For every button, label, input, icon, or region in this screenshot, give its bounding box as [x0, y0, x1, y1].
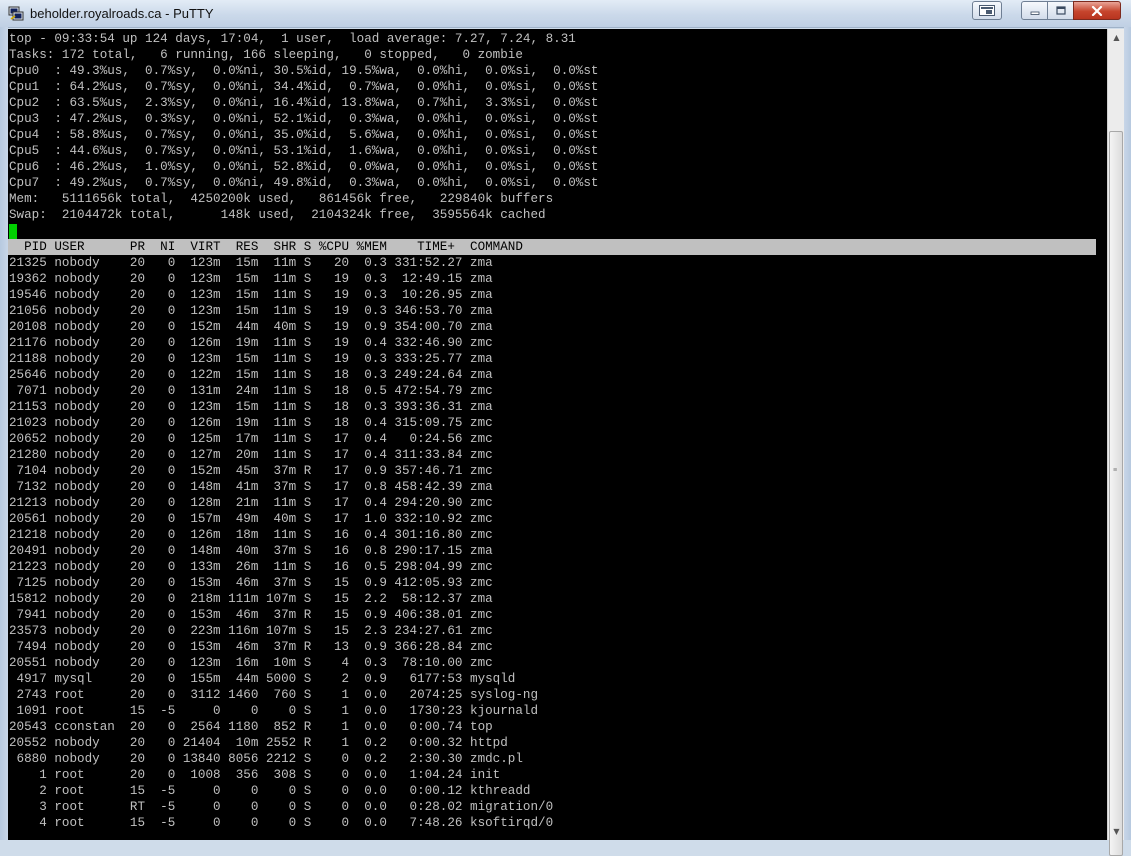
process-row: 21223 nobody 20 0 133m 26m 11m S 16 0.5 …: [9, 560, 493, 574]
process-row: 2743 root 20 0 3112 1460 760 S 1 0.0 207…: [9, 688, 539, 702]
terminal-cursor: [9, 224, 17, 239]
process-row: 20552 nobody 20 0 21404 10m 2552 R 1 0.2…: [9, 736, 508, 750]
title-bar[interactable]: beholder.royalroads.ca - PuTTY: [0, 0, 1131, 28]
process-row: 21218 nobody 20 0 126m 18m 11m S 16 0.4 …: [9, 528, 493, 542]
process-row: 21213 nobody 20 0 128m 21m 11m S 17 0.4 …: [9, 496, 493, 510]
scroll-down-arrow-icon[interactable]: ▼: [1108, 823, 1125, 840]
process-row: 25646 nobody 20 0 122m 15m 11m S 18 0.3 …: [9, 368, 493, 382]
process-row: 4917 mysql 20 0 155m 44m 5000 S 2 0.9 61…: [9, 672, 516, 686]
top-uptime-line: top - 09:33:54 up 124 days, 17:04, 1 use…: [9, 32, 576, 46]
cpu-line: Cpu3 : 47.2%us, 0.3%sy, 0.0%ni, 52.1%id,…: [9, 112, 599, 126]
swap-line: Swap: 2104472k total, 148k used, 2104324…: [9, 208, 546, 222]
process-row: 2 root 15 -5 0 0 0 S 0 0.0 0:00.12 kthre…: [9, 784, 531, 798]
scrollbar-grip-icon: ≡: [1113, 467, 1118, 474]
putty-icon[interactable]: [8, 5, 24, 21]
process-row: 20108 nobody 20 0 152m 44m 40m S 19 0.9 …: [9, 320, 493, 334]
process-row: 20652 nobody 20 0 125m 17m 11m S 17 0.4 …: [9, 432, 493, 446]
system-menu-button[interactable]: [972, 1, 1002, 20]
window-frame-right: [1124, 27, 1131, 840]
process-row: 19546 nobody 20 0 123m 15m 11m S 19 0.3 …: [9, 288, 493, 302]
process-row: 7941 nobody 20 0 153m 46m 37m R 15 0.9 4…: [9, 608, 493, 622]
process-row: 20561 nobody 20 0 157m 49m 40m S 17 1.0 …: [9, 512, 493, 526]
scrollbar-thumb[interactable]: ≡: [1109, 131, 1123, 856]
cpu-line: Cpu6 : 46.2%us, 1.0%sy, 0.0%ni, 52.8%id,…: [9, 160, 599, 174]
process-row: 3 root RT -5 0 0 0 S 0 0.0 0:28.02 migra…: [9, 800, 554, 814]
process-row: 15812 nobody 20 0 218m 111m 107m S 15 2.…: [9, 592, 493, 606]
process-row: 21056 nobody 20 0 123m 15m 11m S 19 0.3 …: [9, 304, 493, 318]
process-row: 7071 nobody 20 0 131m 24m 11m S 18 0.5 4…: [9, 384, 493, 398]
maximize-icon: [1055, 6, 1066, 15]
process-row: 21188 nobody 20 0 123m 15m 11m S 19 0.3 …: [9, 352, 493, 366]
process-row: 21153 nobody 20 0 123m 15m 11m S 18 0.3 …: [9, 400, 493, 414]
putty-window: beholder.royalroads.ca - PuTTY top - 09:…: [0, 0, 1131, 856]
cpu-line: Cpu0 : 49.3%us, 0.7%sy, 0.0%ni, 30.5%id,…: [9, 64, 599, 78]
process-row: 21023 nobody 20 0 126m 19m 11m S 18 0.4 …: [9, 416, 493, 430]
tasks-line: Tasks: 172 total, 6 running, 166 sleepin…: [9, 48, 523, 62]
process-row: 21176 nobody 20 0 126m 19m 11m S 19 0.4 …: [9, 336, 493, 350]
close-icon: [1091, 5, 1103, 16]
process-row: 19362 nobody 20 0 123m 15m 11m S 19 0.3 …: [9, 272, 493, 286]
minimize-icon: [1030, 11, 1039, 15]
memory-line: Mem: 5111656k total, 4250200k used, 8614…: [9, 192, 554, 206]
process-row: 1 root 20 0 1008 356 308 S 0 0.0 1:04.24…: [9, 768, 501, 782]
minimize-button[interactable]: [1021, 1, 1048, 20]
cpu-line: Cpu4 : 58.8%us, 0.7%sy, 0.0%ni, 35.0%id,…: [9, 128, 599, 142]
process-row: 6880 nobody 20 0 13840 8056 2212 S 0 0.2…: [9, 752, 523, 766]
process-row: 7125 nobody 20 0 153m 46m 37m S 15 0.9 4…: [9, 576, 493, 590]
process-row: 23573 nobody 20 0 223m 116m 107m S 15 2.…: [9, 624, 493, 638]
process-row: 21325 nobody 20 0 123m 15m 11m S 20 0.3 …: [9, 256, 493, 270]
process-row: 20491 nobody 20 0 148m 40m 37m S 16 0.8 …: [9, 544, 493, 558]
cpu-line: Cpu1 : 64.2%us, 0.7%sy, 0.0%ni, 34.4%id,…: [9, 80, 599, 94]
terminal-screen[interactable]: top - 09:33:54 up 124 days, 17:04, 1 use…: [8, 29, 1107, 840]
window-title: beholder.royalroads.ca - PuTTY: [30, 6, 214, 21]
maximize-button[interactable]: [1047, 1, 1074, 20]
process-row: 20543 cconstan 20 0 2564 1180 852 R 1 0.…: [9, 720, 493, 734]
system-menu-icon: [979, 5, 995, 16]
process-row: 4 root 15 -5 0 0 0 S 0 0.0 7:48.26 ksoft…: [9, 816, 554, 830]
cpu-line: Cpu5 : 44.6%us, 0.7%sy, 0.0%ni, 53.1%id,…: [9, 144, 599, 158]
process-row: 7494 nobody 20 0 153m 46m 37m R 13 0.9 3…: [9, 640, 493, 654]
process-row: 1091 root 15 -5 0 0 0 S 1 0.0 1730:23 kj…: [9, 704, 539, 718]
process-table-header: PID USER PR NI VIRT RES SHR S %CPU %MEM …: [8, 239, 1096, 255]
process-row: 7104 nobody 20 0 152m 45m 37m R 17 0.9 3…: [9, 464, 493, 478]
window-frame-left: [0, 27, 8, 840]
close-button[interactable]: [1073, 1, 1121, 20]
process-row: 20551 nobody 20 0 123m 16m 10m S 4 0.3 7…: [9, 656, 493, 670]
vertical-scrollbar[interactable]: ▲ ≡ ▼: [1107, 29, 1125, 856]
cpu-line: Cpu2 : 63.5%us, 2.3%sy, 0.0%ni, 16.4%id,…: [9, 96, 599, 110]
cpu-line: Cpu7 : 49.2%us, 0.7%sy, 0.0%ni, 49.8%id,…: [9, 176, 599, 190]
process-row: 7132 nobody 20 0 148m 41m 37m S 17 0.8 4…: [9, 480, 493, 494]
scroll-up-arrow-icon[interactable]: ▲: [1108, 29, 1125, 46]
process-row: 21280 nobody 20 0 127m 20m 11m S 17 0.4 …: [9, 448, 493, 462]
